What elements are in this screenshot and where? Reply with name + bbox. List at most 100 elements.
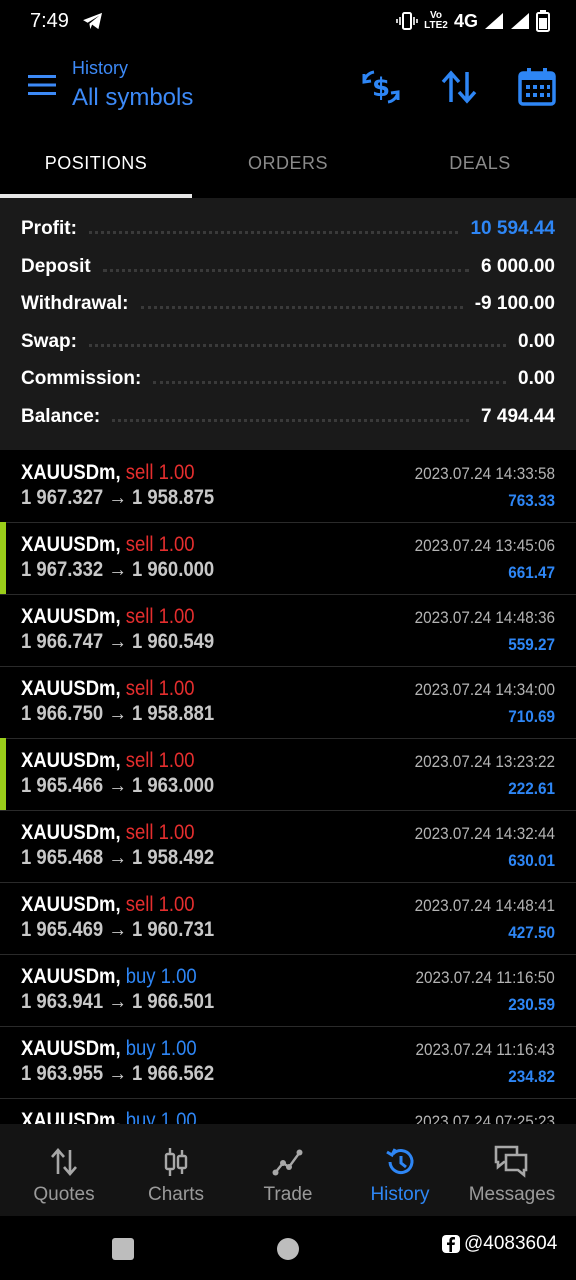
nav-label: Trade [263, 1184, 313, 1205]
header-title[interactable]: All symbols [72, 84, 193, 112]
position-prices: 1 966.747 → 1 960.549 [21, 630, 215, 653]
positions-list[interactable]: XAUUSDm, sell 1.00 1 967.327 → 1 958.875… [0, 450, 576, 1124]
position-profit: 710.69 [508, 707, 555, 726]
position-row[interactable]: XAUUSDm, sell 1.00 1 967.327 → 1 958.875… [0, 450, 576, 523]
nav-label: History [370, 1184, 430, 1205]
position-row[interactable]: XAUUSDm, sell 1.00 1 966.750 → 1 958.881… [0, 666, 576, 739]
home-button[interactable] [277, 1238, 299, 1260]
signal-icon [485, 13, 503, 29]
summary-row-swap: Swap: 0.00 [21, 324, 555, 360]
telegram-icon [83, 12, 102, 30]
position-time: 2023.07.24 11:16:43 [415, 1040, 555, 1059]
position-prices: 1 967.327 → 1 958.875 [21, 486, 215, 509]
position-symbol: XAUUSDm, [21, 461, 121, 484]
position-row[interactable]: XAUUSDm, sell 1.00 1 966.747 → 1 960.549… [0, 594, 576, 667]
position-symbol: XAUUSDm, [21, 893, 121, 916]
summary-row-commission: Commission: 0.00 [21, 361, 555, 397]
position-row[interactable]: XAUUSDm, buy 1.00 1 963.955 → 1 966.562 … [0, 1026, 576, 1099]
position-prices: 1 965.468 → 1 958.492 [21, 846, 215, 869]
dotted-leader [112, 418, 470, 422]
nav-label: Quotes [33, 1184, 95, 1205]
position-profit: 763.33 [508, 491, 555, 510]
position-header: XAUUSDm, sell 1.00 [21, 821, 195, 845]
tab-orders[interactable]: ORDERS [192, 134, 384, 194]
position-symbol: XAUUSDm, [21, 1109, 121, 1124]
position-row[interactable]: XAUUSDm, buy 1.00 2023.07.24 07:25:23 [0, 1098, 576, 1124]
position-marker [0, 738, 6, 810]
nav-trade[interactable]: Trade [232, 1124, 344, 1216]
position-row[interactable]: XAUUSDm, sell 1.00 1 965.469 → 1 960.731… [0, 882, 576, 955]
tab-deals[interactable]: DEALS [384, 134, 576, 194]
position-row[interactable]: XAUUSDm, sell 1.00 1 965.468 → 1 958.492… [0, 810, 576, 883]
history-icon [386, 1148, 414, 1175]
position-header: XAUUSDm, sell 1.00 [21, 749, 195, 773]
facebook-icon [442, 1235, 460, 1253]
charts-icon [164, 1148, 188, 1176]
summary-row-balance: Balance: 7 494.44 [21, 399, 555, 435]
calendar-icon[interactable] [516, 66, 558, 108]
system-navigation-bar: @4083604 [0, 1216, 576, 1280]
nav-label: Messages [468, 1184, 556, 1205]
position-time: 2023.07.24 07:25:23 [414, 1112, 555, 1124]
summary-label: Balance: [21, 406, 101, 427]
nav-messages[interactable]: Messages [456, 1124, 568, 1216]
summary-label: Withdrawal: [21, 293, 129, 314]
position-row[interactable]: XAUUSDm, sell 1.00 1 965.466 → 1 963.000… [0, 738, 576, 811]
currency-exchange-icon[interactable]: $ [360, 66, 402, 108]
status-time: 7:49 [30, 10, 69, 32]
sort-icon[interactable] [438, 66, 480, 108]
battery-icon [536, 10, 550, 32]
hamburger-menu-icon[interactable] [26, 72, 58, 98]
volte-label: Vo LTE2 [424, 10, 448, 31]
position-profit: 222.61 [508, 779, 555, 798]
position-header: XAUUSDm, sell 1.00 [21, 605, 195, 629]
position-prices: 1 965.466 → 1 963.000 [21, 774, 215, 797]
position-header: XAUUSDm, sell 1.00 [21, 533, 195, 557]
position-symbol: XAUUSDm, [21, 677, 121, 700]
summary-value: 7 494.44 [481, 406, 555, 427]
position-direction: sell 1.00 [125, 677, 195, 700]
summary-row-profit: Profit: 10 594.44 [21, 211, 555, 247]
summary-value: 6 000.00 [481, 256, 555, 277]
position-header: XAUUSDm, sell 1.00 [21, 677, 195, 701]
summary-value: 10 594.44 [470, 218, 555, 239]
header-subtitle: History [72, 58, 129, 78]
app-header: History All symbols $ [0, 44, 576, 134]
status-indicators: Vo LTE2 4G [396, 8, 550, 34]
position-direction: sell 1.00 [125, 605, 195, 628]
dotted-leader [102, 268, 470, 272]
recent-apps-button[interactable] [112, 1238, 134, 1260]
watermark: @4083604 [441, 1233, 557, 1255]
position-row[interactable]: XAUUSDm, sell 1.00 1 967.332 → 1 960.000… [0, 522, 576, 595]
position-profit: 559.27 [508, 635, 555, 654]
summary-value: -9 100.00 [474, 293, 555, 314]
nav-quotes[interactable]: Quotes [8, 1124, 120, 1216]
summary-value: 0.00 [518, 368, 555, 389]
summary-label: Profit: [21, 218, 77, 239]
dotted-leader [153, 380, 507, 384]
vibrate-icon [396, 12, 418, 30]
history-tabs: POSITIONS ORDERS DEALS [0, 134, 576, 198]
trade-icon [272, 1149, 303, 1176]
position-marker [0, 522, 6, 594]
position-row[interactable]: XAUUSDm, buy 1.00 1 963.941 → 1 966.501 … [0, 954, 576, 1027]
status-bar: 7:49 Vo LTE2 4G [0, 0, 576, 44]
tab-positions[interactable]: POSITIONS [0, 134, 192, 194]
position-direction: buy 1.00 [125, 1037, 197, 1060]
position-symbol: XAUUSDm, [21, 965, 121, 988]
position-time: 2023.07.24 14:48:36 [414, 608, 555, 627]
position-direction: sell 1.00 [125, 749, 195, 772]
position-time: 2023.07.24 14:33:58 [414, 464, 555, 483]
position-time: 2023.07.24 11:16:50 [415, 968, 555, 987]
position-time: 2023.07.24 13:23:22 [414, 752, 555, 771]
network-type: 4G [453, 10, 478, 31]
position-direction: sell 1.00 [125, 893, 195, 916]
nav-charts[interactable]: Charts [120, 1124, 232, 1216]
position-prices: 1 967.332 → 1 960.000 [21, 558, 215, 581]
position-profit: 230.59 [508, 995, 555, 1014]
nav-history[interactable]: History [344, 1124, 456, 1216]
svg-text:$: $ [372, 73, 390, 103]
position-direction: sell 1.00 [125, 461, 195, 484]
position-symbol: XAUUSDm, [21, 821, 121, 844]
position-symbol: XAUUSDm, [21, 533, 121, 556]
